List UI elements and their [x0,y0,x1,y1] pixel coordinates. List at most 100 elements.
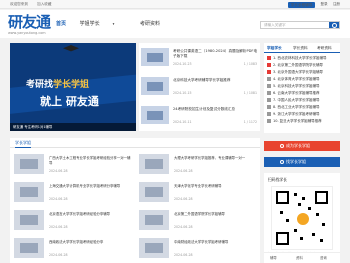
rank-number [267,112,271,116]
ranking-item[interactable]: 5. 北京科技大学学长学姐辅导 [267,83,339,89]
article-title[interactable]: 北京语言大学学长学姐考研经验分享辅导 [49,212,131,217]
article-thumbnail [139,210,169,230]
site-header: 研友通 www.yanyoutong.com 首页 学姐学长 ▾ 考研资料 请输入… [0,10,350,38]
avatar [296,212,310,226]
add-favorite-link[interactable]: 加入收藏 [37,2,51,6]
seniors-section: 学长学姐 广西大学土木工程专业学长学姐考研经验分享一对一辅导 2024-06-2… [10,138,260,263]
tab-senior-materials[interactable]: 学长资料 [293,43,308,53]
logo-url: www.yanyoutong.com [8,31,46,35]
article-item[interactable]: 上海交通大学计算机专业学长学姐考研分享辅导 2024-06-28 [12,179,132,207]
article-thumbnail [14,154,44,174]
banner-caption: 研友通 专注考研1对1辅导 [10,123,136,131]
article-title[interactable]: 上海交通大学计算机专业学长学姐考研分享辅导 [49,184,131,189]
search-button[interactable] [329,22,339,28]
news-item[interactable]: 24考研院校招生计划及复试分数线汇总 2024-10-11 1 / 1172 [141,103,259,127]
article-date: 2024-06-28 [174,169,193,173]
news-views: 1 / 1081 [243,91,257,95]
article-title[interactable]: 广西大学土木工程专业学长学姐考研经验分享一对一辅导 [49,156,131,166]
rank-number [267,119,271,123]
ranking-item[interactable]: 6. 云南大学学长学姐辅导推荐 [267,90,339,96]
tab-materials[interactable]: 资料 [296,253,303,263]
article-thumbnail [139,154,169,174]
register-link[interactable]: 注册 [333,2,340,6]
article-item[interactable]: 中南财经政法大学学长学姐考研辅导 2024-06-28 [137,235,257,263]
article-item[interactable]: 天津大学化学专业学长考研辅导 2024-06-28 [137,179,257,207]
article-date: 2024-06-28 [49,169,68,173]
nav-seniors[interactable]: 学姐学长 ▾ [80,21,127,27]
article-thumbnail [14,238,44,258]
become-senior-button[interactable]: 成为学长学姐 [264,141,340,151]
news-list: 考研公共课英语二（1980-2024）真题及解析PDF电子版下载 2024-10… [139,43,260,131]
tab-consult[interactable]: 咨询 [320,253,327,263]
bottom-tabs: 辅导 资料 咨询 [264,252,340,262]
ranking-item[interactable]: 9. 浙江大学学长学姐考研辅导 [267,111,339,117]
nav-materials[interactable]: 考研资料 [140,21,160,27]
ranking-item[interactable]: 2. 北京第二外国语学院学长辅导 [267,62,339,68]
news-title[interactable]: 24考研院校招生计划及复试分数线汇总 [173,107,259,112]
news-views: 1 / 1083 [243,62,257,66]
article-item[interactable]: 西南政法大学学长学姐考研经验分享 2024-06-28 [12,235,132,263]
tab-exam-materials[interactable]: 考研资料 [317,43,332,53]
article-title[interactable]: 大理大学考研学长学姐推荐，专业课辅导一对一 [174,156,256,161]
ranking-item[interactable]: 8. 西北工业大学学长学姐辅导 [267,104,339,110]
search-icon [280,160,284,164]
search-input[interactable]: 请输入关键字 [260,21,340,29]
article-item[interactable]: 北京语言大学学长学姐考研经验分享辅导 2024-06-28 [12,207,132,235]
news-date: 2024-10-23 [173,62,192,66]
rank-number [267,98,271,102]
tutoring-badge[interactable]: 学长全程辅导 [287,1,316,8]
rank-number [267,56,271,60]
ranking-item[interactable]: 1. 西北农林科技大学学长学姐辅导 [267,55,339,61]
article-date: 2024-06-28 [174,253,193,257]
ranking-item[interactable]: 7. 中国人民大学学长学姐辅导 [267,97,339,103]
news-item[interactable]: 考研公共课英语二（1980-2024）真题及解析PDF电子版下载 2024-10… [141,45,259,69]
ranking-tabs: 学姐学长 学长资料 考研资料 [264,43,340,53]
news-views: 1 / 1172 [243,120,257,124]
article-thumbnail [14,182,44,202]
article-title[interactable]: 天津大学化学专业学长考研辅导 [174,184,256,189]
article-date: 2024-06-28 [49,253,68,257]
ranking-item[interactable]: 3. 北京外国语大学学长学姐辅导 [267,69,339,75]
article-thumbnail [14,210,44,230]
rank-number [267,105,271,109]
ranking-sidebar: 学姐学长 学长资料 考研资料 1. 西北农林科技大学学长学姐辅导 2. 北京第二… [264,43,340,133]
banner-headline: 考研找学长学姐 [26,80,90,90]
main-nav: 首页 学姐学长 ▾ 考研资料 [56,20,172,27]
rank-number [267,70,271,74]
news-thumbnail [141,48,169,66]
news-item[interactable]: 北京科技大学考研辅导学长学姐推荐 2024-10-15 1 / 1081 [141,74,259,98]
qr-code-image [271,186,333,250]
article-date: 2024-06-28 [49,225,68,229]
login-link[interactable]: 登录 [320,2,327,6]
tab-tutoring[interactable]: 辅导 [270,253,277,263]
news-title[interactable]: 北京科技大学考研辅导学长学姐推荐 [173,78,259,83]
rank-number [267,63,271,67]
graduation-cap-icon [63,45,79,52]
news-thumbnail [141,77,169,95]
nav-home[interactable]: 首页 [56,21,66,27]
ranking-item[interactable]: 10. 复旦大学学长学姐辅导推荐 [267,118,339,124]
qr-title: 扫码找学长 [268,177,287,182]
news-thumbnail [141,106,169,124]
find-senior-button[interactable]: 找学长学姐 [264,157,340,167]
news-title[interactable]: 考研公共课英语二（1980-2024）真题及解析PDF电子版下载 [173,49,259,59]
banner-subheadline: 就上 研友通 [40,95,99,108]
article-thumbnail [139,182,169,202]
article-title[interactable]: 西南政法大学学长学姐考研经验分享 [49,240,131,245]
site-logo[interactable]: 研友通 [8,14,51,31]
rank-number [267,77,271,81]
chevron-down-icon: ▾ [112,22,115,26]
hero-banner[interactable]: 考研找学长学姐 就上 研友通 研友通 专注考研1对1辅导 [10,43,136,131]
welcome-text: 欢迎您来到 [10,2,28,6]
article-date: 2024-06-28 [49,197,68,201]
article-item[interactable]: 大理大学考研学长学姐推荐，专业课辅导一对一 2024-06-28 [137,151,257,179]
article-title[interactable]: 中南财经政法大学学长学姐考研辅导 [174,240,256,245]
article-title[interactable]: 北京第二外国语学院学长学姐辅导 [174,212,256,217]
article-item[interactable]: 北京第二外国语学院学长学姐辅导 2024-06-28 [137,207,257,235]
article-date: 2024-06-28 [174,197,193,201]
tab-seniors[interactable]: 学姐学长 [267,43,282,53]
ranking-item[interactable]: 4. 北京体育大学学长学姐辅导 [267,76,339,82]
section-title: 学长学姐 [10,138,260,148]
news-date: 2024-10-15 [173,91,192,95]
article-item[interactable]: 广西大学土木工程专业学长学姐考研经验分享一对一辅导 2024-06-28 [12,151,132,179]
